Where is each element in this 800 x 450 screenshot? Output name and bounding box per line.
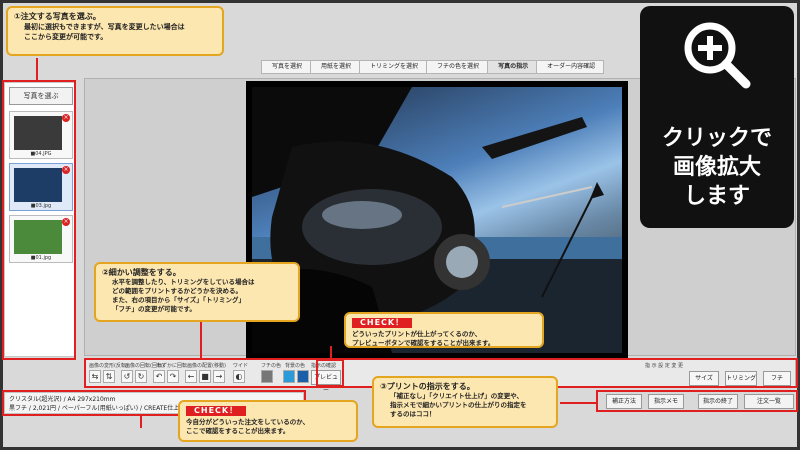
zoom-badge[interactable]: クリックで 画像拡大 します xyxy=(640,6,794,228)
callout-check-preview: CHECK！ どういったプリントが仕上がってくるのか、 プレビューボタンで確認を… xyxy=(344,312,544,348)
connector-line xyxy=(330,346,332,360)
callout-body: 「補正なし」「クリエイト仕上げ」の変更や、 指示メモで細かいプリントの仕上がりの… xyxy=(390,392,527,418)
check-tag: CHECK！ xyxy=(352,318,413,328)
callout-title: ③プリントの指示をする。 xyxy=(380,382,475,391)
callout-print-instruction: ③プリントの指示をする。 「補正なし」「クリエイト仕上げ」の変更や、 指示メモで… xyxy=(372,376,558,428)
step-bar: 写真を選択 用紙を選択 トリミングを選択 フチの色を選択 写真の指示 オーダー内… xyxy=(261,60,605,74)
step-order-confirm[interactable]: オーダー内容確認 xyxy=(536,60,605,74)
callout-title: ①注文する写真を選ぶ。 xyxy=(14,12,101,21)
callout-title: ②細かい調整をする。 xyxy=(102,268,181,277)
zoom-in-icon xyxy=(684,22,751,89)
callout-body: 最初に選択もできますが、写真を変更したい場合は ここから変更が可能です。 xyxy=(24,23,185,41)
callout-body: どういったプリントが仕上がってくるのか、 プレビューボタンで確認をすることが出来… xyxy=(352,330,495,347)
connector-line xyxy=(200,322,202,358)
callout-body: 今自分がどういった注文をしているのか、 ここで確認をすることが出来ます。 xyxy=(186,418,310,435)
callout-check-order: CHECK！ 今自分がどういった注文をしているのか、 ここで確認をすることが出来… xyxy=(178,400,358,442)
callout-fine-adjust: ②細かい調整をする。 水平を調整したり、トリミングをしている場合は どの範囲をプ… xyxy=(94,262,300,322)
callout-body: 水平を調整したり、トリミングをしている場合は どの範囲をプリントするかどうかを決… xyxy=(112,278,255,313)
step-select-photo[interactable]: 写真を選択 xyxy=(261,60,312,74)
zoom-text-line: クリックで xyxy=(661,126,772,151)
zoom-text-line: します xyxy=(683,184,750,209)
step-photo-instructions[interactable]: 写真の指示 xyxy=(487,60,538,74)
connector-line xyxy=(140,416,142,428)
step-select-border[interactable]: フチの色を選択 xyxy=(426,60,489,74)
highlight-photo-list xyxy=(2,80,76,360)
callout-select-photo: ①注文する写真を選ぶ。 最初に選択もできますが、写真を変更したい場合は ここから… xyxy=(6,6,224,56)
step-select-trim[interactable]: トリミングを選択 xyxy=(359,60,428,74)
zoom-text: クリックで 画像拡大 します xyxy=(640,124,794,211)
check-tag: CHECK！ xyxy=(186,406,247,416)
highlight-footer-buttons xyxy=(596,390,798,412)
zoom-text-line: 画像拡大 xyxy=(672,155,761,180)
highlight-preview-button xyxy=(316,359,344,387)
connector-line xyxy=(560,402,598,404)
connector-line xyxy=(36,58,38,80)
step-select-paper[interactable]: 用紙を選択 xyxy=(310,60,361,74)
